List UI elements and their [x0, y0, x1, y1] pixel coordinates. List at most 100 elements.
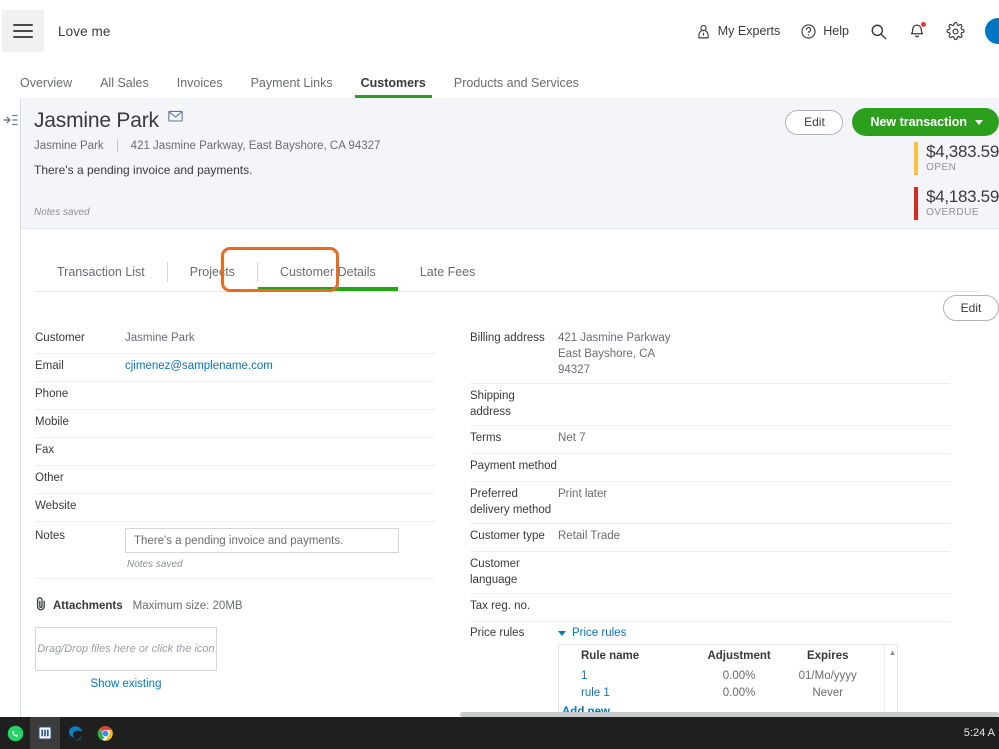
field-label: Email	[35, 358, 125, 374]
field-label: Phone	[35, 386, 125, 402]
help-label: Help	[823, 24, 849, 38]
tab-late-fees[interactable]: Late Fees	[398, 252, 498, 291]
hamburger-menu-icon[interactable]	[2, 10, 44, 52]
avatar[interactable]	[985, 18, 999, 44]
field-notes: Notes Notes saved	[35, 522, 435, 579]
new-transaction-label: New transaction	[870, 115, 967, 129]
balance-overdue[interactable]: $4,183.59 OVERDUE	[914, 187, 999, 220]
taskbar-clock[interactable]: 5:24 A	[964, 727, 999, 739]
tab-customers[interactable]: Customers	[361, 76, 426, 98]
field-mobile: Mobile	[35, 410, 435, 438]
open-label: OPEN	[926, 162, 999, 173]
tab-transaction-list[interactable]: Transaction List	[35, 252, 167, 291]
customer-sub-address: 421 Jasmine Parkway, East Bayshore, CA 9…	[131, 140, 381, 152]
field-label: Website	[35, 498, 125, 514]
column-header-expires: Expires	[781, 650, 874, 662]
hamburger-icon	[13, 24, 33, 38]
details-right-column: Billing address 421 Jasmine Parkway East…	[470, 326, 950, 739]
notes-label: Notes	[35, 528, 125, 544]
field-label: Customer language	[470, 556, 558, 588]
left-sidebar-rail	[0, 98, 21, 718]
overdue-label: OVERDUE	[926, 207, 999, 218]
field-value: Retail Trade	[558, 528, 620, 544]
details-left-column: Customer Jasmine Park Email cjimenez@sam…	[35, 326, 435, 690]
chrome-browser-icon[interactable]	[90, 717, 120, 749]
attachment-dropzone[interactable]: Drag/Drop files here or click the icon	[35, 627, 217, 671]
primary-nav-tabs: Overview All Sales Invoices Payment Link…	[0, 62, 999, 98]
app-window-icon[interactable]	[30, 717, 60, 749]
help-button[interactable]: Help	[800, 23, 849, 40]
cell-rule-name[interactable]: 1	[581, 670, 697, 682]
scroll-up-icon[interactable]: ▲	[889, 649, 897, 657]
edge-browser-icon[interactable]	[60, 717, 90, 749]
field-customer-language: Customer language	[470, 552, 950, 594]
field-label: Customer	[35, 330, 125, 346]
field-value: 421 Jasmine Parkway East Bayshore, CA 94…	[558, 330, 671, 378]
expand-panel-icon[interactable]	[3, 113, 18, 132]
field-customer: Customer Jasmine Park	[35, 326, 435, 354]
customer-detail-tabs: Transaction List Projects Customer Detai…	[35, 252, 981, 291]
field-phone: Phone	[35, 382, 435, 410]
edit-customer-button[interactable]: Edit	[785, 110, 843, 135]
my-experts-button[interactable]: My Experts	[695, 23, 781, 40]
tab-projects[interactable]: Projects	[168, 252, 257, 291]
tab-invoices[interactable]: Invoices	[177, 76, 223, 98]
field-label: Customer type	[470, 528, 558, 544]
price-rules-toggle[interactable]: Price rules	[558, 627, 950, 639]
notes-input[interactable]	[125, 528, 399, 553]
show-existing-link[interactable]: Show existing	[35, 678, 217, 690]
envelope-icon[interactable]	[168, 109, 183, 127]
field-label: Shipping address	[470, 388, 558, 420]
search-button[interactable]	[869, 22, 888, 41]
cell-adjustment: 0.00%	[697, 687, 782, 699]
field-label: Fax	[35, 442, 125, 458]
new-transaction-button[interactable]: New transaction	[852, 108, 999, 136]
price-rules-header-row: Rule name Adjustment Expires	[559, 645, 874, 668]
price-rules-label: Price rules	[470, 627, 558, 639]
field-label: Billing address	[470, 330, 558, 346]
gear-icon	[946, 22, 965, 41]
attachments-title: Attachments	[53, 600, 123, 612]
tab-products-and-services[interactable]: Products and Services	[454, 76, 579, 98]
tab-customer-details[interactable]: Customer Details	[258, 252, 398, 291]
tab-payment-links[interactable]: Payment Links	[251, 76, 333, 98]
cell-adjustment: 0.00%	[697, 670, 782, 682]
overdue-status-bar	[914, 187, 918, 220]
column-header-rule-name: Rule name	[581, 650, 697, 662]
customer-header-actions: Edit New transaction	[785, 108, 999, 136]
table-row: 1 0.00% 01/Mo/yyyy	[559, 668, 874, 685]
cell-rule-name[interactable]: rule 1	[581, 687, 697, 699]
field-value-email-link[interactable]: cjimenez@samplename.com	[125, 358, 273, 374]
tab-all-sales[interactable]: All Sales	[100, 76, 149, 98]
price-rules-table: Rule name Adjustment Expires 1 0.00% 01/…	[559, 645, 874, 718]
balance-open[interactable]: $4,383.59 OPEN	[914, 142, 999, 175]
field-customer-type: Customer type Retail Trade	[470, 524, 950, 552]
table-row: rule 1 0.00% Never	[559, 685, 874, 702]
balance-summary: $4,383.59 OPEN $4,183.59 OVERDUE	[914, 142, 999, 232]
person-badge-icon	[695, 23, 712, 40]
cell-expires: Never	[781, 687, 874, 699]
field-label: Payment method	[470, 458, 558, 474]
field-shipping-address: Shipping address	[470, 384, 950, 426]
price-rules-toggle-label: Price rules	[572, 627, 626, 639]
field-value: Net 7	[558, 430, 586, 446]
open-amount: $4,383.59	[926, 142, 999, 161]
notification-badge-dot	[920, 21, 927, 28]
search-icon	[869, 22, 888, 41]
customer-header-panel: Jasmine Park Jasmine Park 421 Jasmine Pa…	[21, 98, 999, 229]
notifications-button[interactable]	[908, 22, 926, 40]
os-taskbar: 5:24 A	[0, 717, 999, 749]
field-label: Other	[35, 470, 125, 486]
customer-header-note: There's a pending invoice and payments.	[34, 163, 252, 177]
field-label: Tax reg. no.	[470, 598, 558, 614]
whatsapp-icon[interactable]	[0, 717, 30, 749]
settings-button[interactable]	[946, 22, 965, 41]
my-experts-label: My Experts	[718, 24, 781, 38]
field-preferred-delivery-method: Preferred delivery method Print later	[470, 482, 950, 524]
detail-tabs-underline	[35, 291, 981, 292]
edit-details-button[interactable]: Edit	[943, 295, 999, 321]
page-title: Jasmine Park	[34, 109, 159, 133]
tab-overview[interactable]: Overview	[20, 76, 72, 98]
header-notes-saved-status: Notes saved	[34, 207, 90, 218]
customer-subheading: Jasmine Park 421 Jasmine Parkway, East B…	[34, 139, 380, 152]
